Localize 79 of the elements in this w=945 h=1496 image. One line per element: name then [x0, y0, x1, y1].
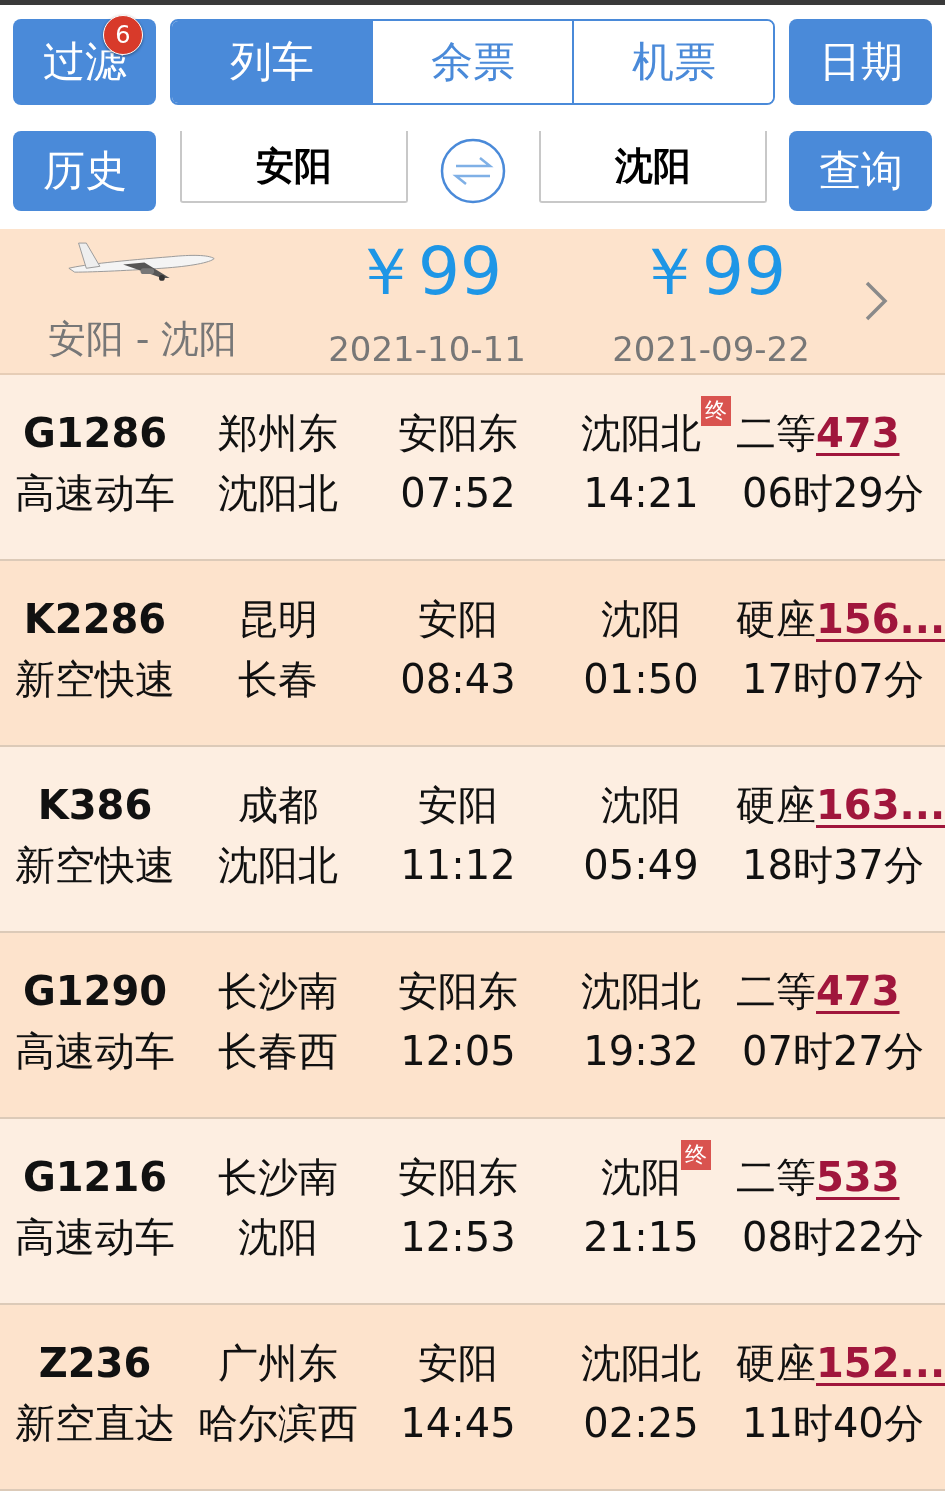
destination-station: 沈阳北	[218, 468, 338, 518]
train-number: G1286	[22, 410, 168, 456]
origin-station: 长沙南	[218, 1152, 338, 1202]
seat-class: 二等	[736, 408, 816, 458]
depart-station: 安阳	[418, 594, 498, 644]
train-number: K386	[37, 782, 153, 828]
origin-station: 昆明	[238, 594, 318, 644]
date-text: 2021-10-11	[328, 329, 526, 369]
terminal-badge: 终	[681, 1139, 711, 1170]
train-type: 新空快速	[15, 654, 175, 704]
duration-text: 17时07分	[742, 654, 924, 704]
arrive-time: 05:49	[583, 842, 699, 888]
depart-time: 14:45	[400, 1400, 516, 1446]
route-text: 安阳 - 沈阳	[47, 316, 238, 363]
price-text[interactable]: ￥99	[352, 239, 502, 305]
swap-icon[interactable]	[440, 138, 506, 204]
depart-time: 12:05	[400, 1028, 516, 1074]
destination-station: 长春西	[218, 1026, 338, 1076]
origin-station: 郑州东	[218, 408, 338, 458]
tab[interactable]: 机票	[572, 21, 773, 103]
train-type: 新空直达	[15, 1398, 175, 1448]
seat-class: 二等	[736, 966, 816, 1016]
train-number: Z236	[38, 1340, 152, 1386]
duration-text: 07时27分	[742, 1026, 924, 1076]
depart-time: 08:43	[400, 656, 516, 702]
train-type: 高速动车	[15, 468, 175, 518]
depart-time: 12:53	[400, 1214, 516, 1260]
destination-station: 沈阳北	[218, 840, 338, 890]
arrive-time: 19:32	[583, 1028, 699, 1074]
train-number: G1216	[22, 1154, 168, 1200]
duration-text: 18时37分	[742, 840, 924, 890]
train-type: 高速动车	[15, 1212, 175, 1262]
depart-station: 安阳东	[398, 408, 518, 458]
date-text: 2021-09-22	[612, 329, 810, 369]
depart-station: 安阳	[418, 780, 498, 830]
price-link[interactable]: 473	[816, 968, 900, 1014]
destination-station: 哈尔滨西	[198, 1398, 358, 1448]
terminal-badge: 终	[701, 395, 731, 426]
origin-station: 成都	[238, 780, 318, 830]
date-button[interactable]: 日期	[789, 19, 932, 105]
arrive-station: 沈阳北	[581, 966, 701, 1016]
arrive-station: 沈阳北	[581, 1338, 701, 1388]
arrive-station: 沈阳	[601, 594, 681, 644]
departure-field[interactable]: 安阳	[180, 131, 408, 203]
depart-station: 安阳东	[398, 1152, 518, 1202]
history-button[interactable]: 历史	[13, 131, 156, 211]
train-type: 高速动车	[15, 1026, 175, 1076]
origin-station: 广州东	[218, 1338, 338, 1388]
depart-station: 安阳东	[398, 966, 518, 1016]
duration-text: 11时40分	[742, 1398, 924, 1448]
price-link[interactable]: 533	[816, 1154, 900, 1200]
train-number: K2286	[23, 596, 167, 642]
query-button[interactable]: 查询	[789, 131, 932, 211]
price-link[interactable]: 152...	[816, 1340, 945, 1386]
arrive-time: 01:50	[583, 656, 699, 702]
duration-text: 08时22分	[742, 1212, 924, 1262]
depart-time: 11:12	[400, 842, 516, 888]
origin-station: 长沙南	[218, 966, 338, 1016]
arrive-time: 21:15	[583, 1214, 699, 1260]
destination-station: 长春	[238, 654, 318, 704]
destination-station: 沈阳	[238, 1212, 318, 1262]
depart-station: 安阳	[418, 1338, 498, 1388]
depart-time: 07:52	[400, 470, 516, 516]
seat-class: 硬座	[736, 1338, 816, 1388]
train-type: 新空快速	[15, 840, 175, 890]
price-text[interactable]: ￥99	[636, 239, 786, 305]
seat-class: 硬座	[736, 780, 816, 830]
seat-class: 硬座	[736, 594, 816, 644]
price-link[interactable]: 163...	[816, 782, 945, 828]
arrival-field[interactable]: 沈阳	[539, 131, 767, 203]
arrive-time: 14:21	[583, 470, 699, 516]
arrive-time: 02:25	[583, 1400, 699, 1446]
price-link[interactable]: 156...	[816, 596, 945, 642]
duration-text: 06时29分	[742, 468, 924, 518]
seat-class: 二等	[736, 1152, 816, 1202]
price-link[interactable]: 473	[816, 410, 900, 456]
train-number: G1290	[22, 968, 168, 1014]
arrive-station: 沈阳	[601, 780, 681, 830]
tab[interactable]: 列车	[172, 21, 371, 103]
